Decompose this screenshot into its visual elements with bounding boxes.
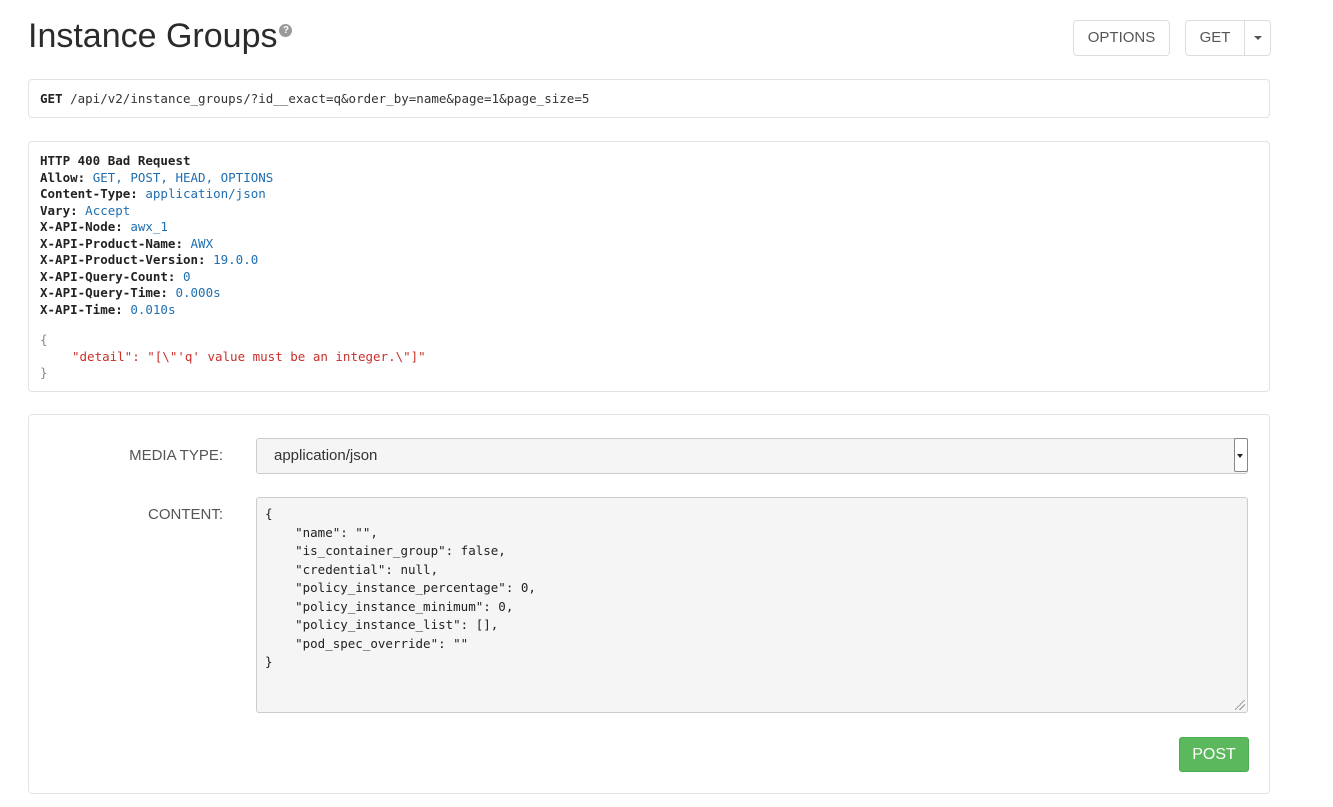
response-header-key: X-API-Query-Time: [40,285,168,300]
post-button[interactable]: POST [1179,737,1249,772]
response-header-value: 0.000s [175,285,221,300]
response-header-value: AWX [190,235,214,251]
response-header-key: Allow: [40,169,86,185]
media-type-label: MEDIA TYPE: [129,447,223,464]
get-dropdown-toggle[interactable] [1244,20,1271,56]
post-form-panel: MEDIA TYPE: application/json CONTENT: { … [28,414,1270,794]
media-type-value: application/json [274,447,378,464]
response-header-row: Vary: Accept [40,203,273,220]
request-path: /api/v2/instance_groups/?id__exact=q&ord… [70,91,590,106]
response-header-key: X-API-Node: [40,219,123,234]
error-detail: "detail": "[\"'q' value must be an integ… [72,348,426,364]
request-panel: GET /api/v2/instance_groups/?id__exact=q… [28,79,1270,118]
response-body: { "detail": "[\"'q' value must be an inte… [40,332,426,382]
response-header-key: Content-Type: [40,186,138,201]
response-header-row: Content-Type: application/json [40,186,273,203]
response-header-row: X-API-Query-Count: 0 [40,269,273,286]
status-line: HTTP 400 Bad Request [40,153,191,168]
response-header-value: Accept [85,202,131,218]
content-textarea[interactable]: { "name": "", "is_container_group": fals… [256,497,1248,713]
help-icon[interactable]: ? [279,24,293,37]
response-header-value: 0.010s [130,301,176,317]
options-button[interactable]: OPTIONS [1073,20,1170,56]
select-arrow-icon[interactable] [1234,438,1248,472]
resize-handle-icon[interactable] [1235,700,1245,710]
get-button[interactable]: GET [1185,20,1245,56]
response-header-value: 19.0.0 [213,252,259,267]
response-headers: HTTP 400 Bad Request Allow: GET, POST, HE… [40,153,273,318]
response-header-key: Vary: [40,202,78,218]
header-list: Allow: GET, POST, HEAD, OPTIONS Content-T… [40,170,273,319]
content-label: CONTENT: [148,506,223,523]
response-panel: HTTP 400 Bad Request Allow: GET, POST, HE… [28,141,1270,392]
media-type-select[interactable]: application/json [256,438,1248,474]
response-header-row: X-API-Product-Name: AWX [40,236,273,253]
response-header-row: X-API-Product-Version: 19.0.0 [40,252,273,269]
response-header-row: X-API-Node: awx_1 [40,219,273,236]
response-header-key: X-API-Time: [40,301,123,317]
json-close-brace: } [40,365,48,380]
content-text: { "name": "", "is_container_group": fals… [265,506,536,669]
request-method: GET [40,91,63,106]
request-line: GET /api/v2/instance_groups/?id__exact=q… [40,91,589,106]
json-open-brace: { [40,332,48,347]
caret-down-icon [1237,454,1243,458]
response-header-value: application/json [145,186,266,201]
response-header-row: X-API-Query-Time: 0.000s [40,285,273,302]
response-header-row: X-API-Time: 0.010s [40,302,273,319]
response-header-key: X-API-Product-Name: [40,235,183,251]
page-header: Instance Groups? [28,14,293,58]
response-header-key: X-API-Query-Count: [40,268,176,284]
response-header-row: Allow: GET, POST, HEAD, OPTIONS [40,170,273,187]
response-header-key: X-API-Product-Version: [40,252,206,267]
response-header-value: awx_1 [130,219,168,234]
page-title: Instance Groups [28,17,278,55]
caret-down-icon [1253,36,1262,41]
response-header-value: 0 [183,268,191,284]
response-header-value: GET, POST, HEAD, OPTIONS [92,169,274,185]
